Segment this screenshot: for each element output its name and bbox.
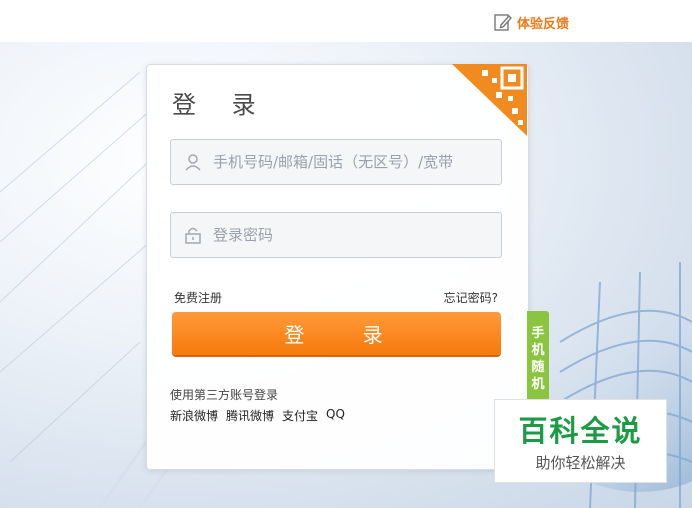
login-title: 登 录 (172, 91, 270, 119)
user-icon (183, 152, 203, 172)
feedback-label: 体验反馈 (517, 16, 570, 32)
top-bar: 体验反馈 (0, 0, 692, 42)
watermark: 百科全说 助你轻松解决 (494, 399, 667, 483)
watermark-tagline: 助你轻松解决 (535, 454, 626, 472)
watermark-logo: 百科全说 (518, 414, 643, 448)
third-party-links: 新浪微博 腾讯微博 支付宝 QQ (170, 407, 345, 424)
edit-icon (493, 12, 513, 32)
phone-tab-char: 机 (531, 377, 545, 392)
account-input[interactable] (211, 152, 501, 172)
qq-link[interactable]: QQ (326, 407, 345, 424)
alipay-link[interactable]: 支付宝 (282, 407, 318, 424)
forgot-password-link[interactable]: 忘记密码? (444, 289, 498, 306)
weibo-link[interactable]: 新浪微博 (170, 407, 218, 424)
tencent-weibo-link[interactable]: 腾讯微博 (226, 407, 274, 424)
phone-login-tab[interactable]: 手 机 随 机 (527, 311, 549, 401)
phone-tab-char: 机 (531, 343, 545, 358)
login-button[interactable]: 登 录 (172, 312, 501, 355)
qr-code-corner[interactable] (452, 64, 527, 136)
phone-tab-char: 随 (531, 360, 545, 375)
password-field[interactable] (170, 212, 502, 258)
qr-code-icon (452, 64, 527, 136)
register-link[interactable]: 免费注册 (174, 289, 222, 306)
phone-tab-char: 手 (531, 326, 545, 341)
third-party-title: 使用第三方账号登录 (170, 388, 279, 402)
password-input[interactable] (211, 225, 501, 245)
account-field[interactable] (170, 139, 502, 185)
lock-icon (183, 225, 203, 245)
feedback-link[interactable]: 体验反馈 (493, 10, 569, 34)
